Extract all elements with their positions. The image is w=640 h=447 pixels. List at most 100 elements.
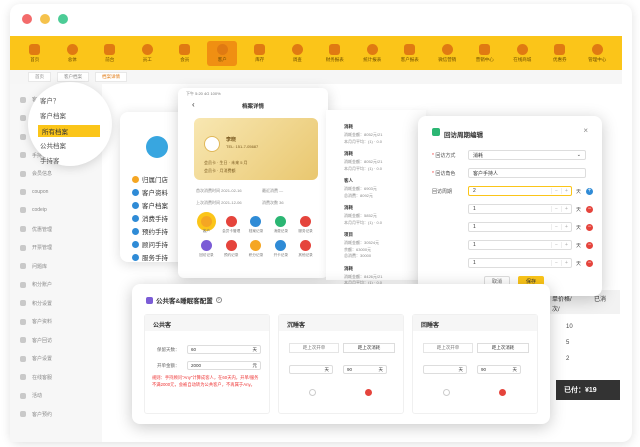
toolbar-item-13[interactable]: 在线商城 (507, 43, 537, 63)
toolbar-item-8[interactable]: 财务报表 (320, 43, 350, 63)
toolbar-item-11[interactable]: 微信营销 (432, 43, 462, 63)
feature-grid-item[interactable]: 服务记录 (293, 216, 318, 234)
toolbar-item-0[interactable]: 首页 (20, 43, 50, 63)
toolbar-item-2[interactable]: 前台 (95, 43, 125, 63)
add-period-icon[interactable]: + (586, 187, 593, 195)
sidebar-item[interactable]: 开票管理 (20, 244, 52, 251)
minus-icon[interactable]: − (551, 260, 561, 266)
period-label: 回访周期 (432, 189, 453, 195)
radio-last-consume[interactable] (499, 389, 506, 396)
customer-phone: TEL: 151-7-05687 (226, 144, 259, 149)
method-select[interactable]: 消耗 ⌄ (468, 150, 586, 160)
feature-grid-item[interactable]: 客户 (194, 216, 219, 234)
radio-last-order[interactable] (309, 389, 316, 396)
sidebar-item[interactable]: codeip (20, 207, 47, 213)
tab-last-consume[interactable]: 距上次消耗 (477, 343, 529, 353)
customer-menu-item[interactable]: 预约手持 (132, 226, 168, 236)
breadcrumb-item[interactable]: 首页 (28, 72, 51, 82)
toolbar-item-7[interactable]: 调查 (282, 43, 312, 63)
plus-icon[interactable]: + (561, 206, 571, 212)
minus-icon[interactable]: − (551, 188, 561, 194)
feature-grid-item[interactable]: 档案记录 (244, 216, 269, 234)
sidebar-item[interactable]: 会员信息 (20, 170, 52, 177)
sidebar-item[interactable]: 积分账户 (20, 281, 52, 288)
popup-menu-item[interactable]: 手持客 (40, 155, 60, 165)
toolbar-item-1[interactable]: 总体 (57, 43, 87, 63)
sidebar-item[interactable]: 问题库 (20, 263, 47, 270)
role-select[interactable]: 客户手持人 (468, 168, 586, 178)
close-icon[interactable]: × (583, 126, 588, 135)
remove-period-icon[interactable]: − (586, 241, 593, 249)
plus-icon[interactable]: + (561, 242, 571, 248)
toolbar-item-12[interactable]: 营销中心 (470, 43, 500, 63)
feature-grid-item[interactable]: 消费记录 (268, 216, 293, 234)
toolbar-item-3[interactable]: 员工 (132, 43, 162, 63)
return-days-input[interactable]: 90 天 (477, 365, 521, 374)
toolbar-item-4[interactable]: 会员 (170, 43, 200, 63)
coupon-icon (554, 43, 566, 55)
popup-menu-item[interactable]: 客户档案 (40, 110, 66, 120)
sidebar-item[interactable]: coupon (20, 188, 48, 195)
plus-icon[interactable]: + (561, 260, 571, 266)
feature-grid-item[interactable]: 预约记录 (219, 240, 244, 258)
minus-icon[interactable]: − (551, 206, 561, 212)
sleep-days-input-disabled[interactable]: 天 (289, 365, 333, 374)
maximize-window-button[interactable] (58, 14, 68, 24)
popup-menu-item[interactable]: 所有档案 (38, 125, 100, 137)
sidebar-item[interactable]: 客户预约 (20, 411, 52, 418)
amount-input[interactable]: 2000 元 (187, 361, 261, 370)
remove-period-icon[interactable]: − (586, 223, 593, 231)
toolbar-item-9[interactable]: 统计报表 (357, 43, 387, 63)
help-icon[interactable]: ? (215, 297, 222, 303)
popup-menu-item[interactable]: 公共档案 (40, 140, 66, 150)
feature-grid-item[interactable]: 积分记录 (244, 240, 269, 258)
toolbar-item-6[interactable]: 库存 (245, 43, 275, 63)
period-stepper[interactable]: 2 − + (468, 186, 572, 196)
sidebar-item[interactable]: 客户设置 (20, 355, 52, 362)
column-head: 沉睡客 (279, 315, 403, 331)
plus-icon[interactable]: + (561, 188, 571, 194)
plus-icon[interactable]: + (561, 224, 571, 230)
minimize-window-button[interactable] (40, 14, 50, 24)
period-stepper[interactable]: 1 − + (468, 240, 572, 250)
customer-menu-item[interactable]: 顾问手持 (132, 239, 168, 249)
tab-last-order[interactable]: 距上次开单 (289, 343, 339, 353)
customer-menu-item[interactable]: 服务手持 (132, 252, 168, 262)
toolbar-item-14[interactable]: 优惠券 (545, 43, 575, 63)
sidebar-item[interactable]: 客户资料 (20, 318, 52, 325)
toolbar-item-5[interactable]: 客户 (207, 40, 238, 66)
minus-icon[interactable]: − (551, 224, 561, 230)
period-stepper[interactable]: 1 − + (468, 258, 572, 268)
customer-menu-item[interactable]: 客户档案 (132, 200, 168, 210)
feature-grid-item[interactable]: 会员卡管理 (219, 216, 244, 234)
toolbar-item-10[interactable]: 客户报表 (395, 43, 425, 63)
radio-last-order[interactable] (443, 389, 450, 396)
close-window-button[interactable] (22, 14, 32, 24)
customer-menu-item[interactable]: 消费手持 (132, 213, 168, 223)
days-input[interactable]: 60 天 (187, 345, 261, 354)
sleep-days-input[interactable]: 90 天 (343, 365, 387, 374)
remove-period-icon[interactable]: − (586, 259, 593, 267)
period-stepper[interactable]: 1 − + (468, 222, 572, 232)
feature-grid-item[interactable]: 回访记录 (194, 240, 219, 258)
popup-menu-item[interactable]: 客户？ (40, 95, 60, 105)
minus-icon[interactable]: − (551, 242, 561, 248)
breadcrumb-item[interactable]: 档案详情 (95, 72, 127, 82)
feature-grid-item[interactable]: 开卡记录 (268, 240, 293, 258)
customer-menu-item[interactable]: 归属门店 (132, 174, 168, 184)
feature-grid-item[interactable]: 其他记录 (293, 240, 318, 258)
tab-last-order[interactable]: 距上次开单 (423, 343, 473, 353)
sidebar-item[interactable]: 活动 (20, 392, 42, 399)
breadcrumb-item[interactable]: 客户档案 (57, 72, 89, 82)
customer-menu-item[interactable]: 客户资料 (132, 187, 168, 197)
remove-period-icon[interactable]: − (586, 205, 593, 213)
radio-last-consume[interactable] (365, 389, 372, 396)
toolbar-item-15[interactable]: 管理中心 (582, 43, 612, 63)
sidebar-item[interactable]: 在线客服 (20, 374, 52, 381)
return-days-input-disabled[interactable]: 天 (423, 365, 467, 374)
sidebar-item[interactable]: 积分设置 (20, 300, 52, 307)
sidebar-item[interactable]: 优惠管理 (20, 226, 52, 233)
period-stepper[interactable]: 1 − + (468, 204, 572, 214)
sidebar-item[interactable]: 客户回访 (20, 337, 52, 344)
tab-last-consume[interactable]: 距上次消耗 (343, 343, 395, 353)
